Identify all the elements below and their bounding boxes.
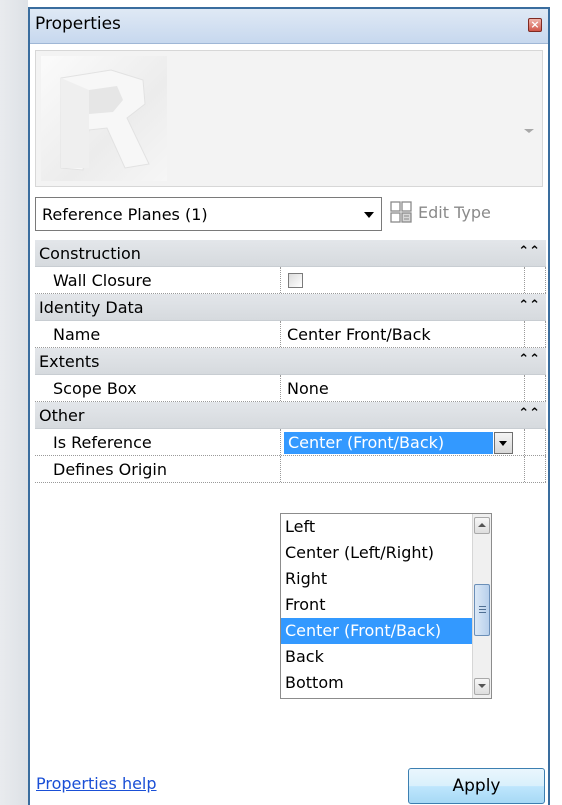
scroll-up-icon[interactable] xyxy=(474,517,490,534)
side-pane xyxy=(0,0,28,805)
group-other[interactable]: Other ⌃⌃ xyxy=(35,402,546,429)
revit-logo-icon xyxy=(41,56,167,181)
param-row-wall-closure[interactable]: Wall Closure xyxy=(35,267,546,294)
apply-button[interactable]: Apply xyxy=(408,768,545,804)
dropdown-option-back[interactable]: Back xyxy=(281,644,472,670)
scroll-thumb[interactable] xyxy=(474,584,490,636)
edit-type-icon xyxy=(390,201,412,223)
type-selector-value: Reference Planes (1) xyxy=(42,205,208,224)
preview-chevron-down-icon[interactable] xyxy=(524,129,534,133)
panel-title: Properties xyxy=(35,14,121,34)
group-construction[interactable]: Construction ⌃⌃ xyxy=(35,240,546,267)
close-icon[interactable]: × xyxy=(528,18,542,32)
dropdown-option-right[interactable]: Right xyxy=(281,566,472,592)
group-identity-data[interactable]: Identity Data ⌃⌃ xyxy=(35,294,546,321)
row-end-cell xyxy=(524,321,546,347)
param-label: Defines Origin xyxy=(53,460,168,479)
param-row-scope-box[interactable]: Scope Box None xyxy=(35,375,546,402)
is-reference-combo[interactable]: Center (Front/Back) xyxy=(280,429,524,455)
title-bar[interactable]: Properties × xyxy=(30,9,548,44)
wall-closure-checkbox[interactable] xyxy=(288,273,303,288)
param-row-defines-origin[interactable]: Defines Origin xyxy=(35,456,546,483)
param-label: Is Reference xyxy=(53,433,152,452)
row-end-cell xyxy=(524,456,546,482)
type-preview[interactable] xyxy=(35,50,543,187)
combo-chevron-down-icon[interactable] xyxy=(494,432,513,454)
scope-box-value: None xyxy=(287,379,329,398)
dropdown-scrollbar[interactable] xyxy=(472,514,491,698)
dropdown-option-center-front-back[interactable]: Center (Front/Back) xyxy=(281,618,472,644)
collapse-up-icon[interactable]: ⌃⌃ xyxy=(518,406,540,421)
type-selector[interactable]: Reference Planes (1) xyxy=(35,197,382,231)
param-label: Wall Closure xyxy=(53,271,152,290)
edit-type-button[interactable]: Edit Type xyxy=(388,199,548,229)
dropdown-option-left[interactable]: Left xyxy=(281,514,472,540)
properties-help-link[interactable]: Properties help xyxy=(36,774,157,793)
is-reference-dropdown-list[interactable]: Left Center (Left/Right) Right Front Cen… xyxy=(280,513,492,699)
param-value-cell[interactable] xyxy=(280,456,524,482)
group-extents[interactable]: Extents ⌃⌃ xyxy=(35,348,546,375)
collapse-up-icon[interactable]: ⌃⌃ xyxy=(518,298,540,313)
row-end-cell xyxy=(524,267,546,293)
dropdown-option-front[interactable]: Front xyxy=(281,592,472,618)
collapse-up-icon[interactable]: ⌃⌃ xyxy=(518,352,540,367)
param-value-cell[interactable]: None xyxy=(280,375,524,401)
dropdown-option-bottom[interactable]: Bottom xyxy=(281,670,472,696)
row-end-cell xyxy=(524,375,546,401)
param-value-cell[interactable] xyxy=(280,267,524,293)
group-label: Identity Data xyxy=(39,298,144,317)
param-row-name[interactable]: Name Center Front/Back xyxy=(35,321,546,348)
group-label: Extents xyxy=(39,352,100,371)
combo-value-text: Center (Front/Back) xyxy=(288,433,445,452)
properties-panel: Properties × Reference Planes (1) Edit T… xyxy=(28,7,550,805)
combo-selected-value[interactable]: Center (Front/Back) xyxy=(284,432,493,454)
name-value: Center Front/Back xyxy=(287,325,431,344)
group-label: Construction xyxy=(39,244,141,263)
param-row-is-reference[interactable]: Is Reference Center (Front/Back) xyxy=(35,429,546,456)
group-label: Other xyxy=(39,406,85,425)
chevron-down-icon[interactable] xyxy=(364,212,374,218)
param-label: Name xyxy=(53,325,101,344)
edit-type-label: Edit Type xyxy=(418,203,491,222)
param-value-cell[interactable]: Center Front/Back xyxy=(280,321,524,347)
param-label: Scope Box xyxy=(53,379,137,398)
dropdown-option-center-left-right[interactable]: Center (Left/Right) xyxy=(281,540,472,566)
collapse-up-icon[interactable]: ⌃⌃ xyxy=(518,244,540,259)
properties-grid: Construction ⌃⌃ Wall Closure Identity Da… xyxy=(35,240,546,483)
scroll-down-icon[interactable] xyxy=(474,678,490,695)
row-end-cell xyxy=(524,429,546,455)
